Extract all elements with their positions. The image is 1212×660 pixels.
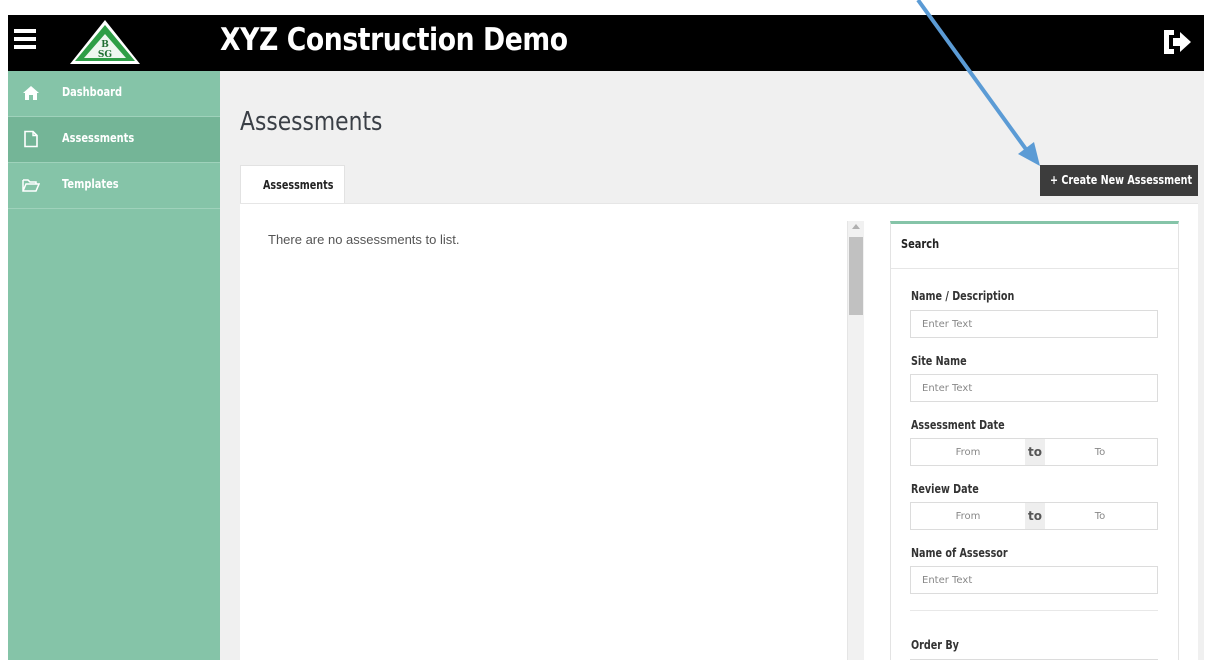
name-description-input[interactable] [910,310,1158,338]
app-window: B SG XYZ Construction Demo Dashboard Ass… [8,15,1204,660]
assessments-panel: There are no assessments to list. Search… [240,203,1198,660]
assessment-date-label: Assessment Date [911,418,1005,432]
date-range-separator: to [1025,503,1045,529]
sidebar-item-templates[interactable]: Templates [8,163,220,209]
search-panel: Search Name / Description Site Name Asse… [890,221,1179,660]
search-header: Search [891,224,1178,269]
site-name-label: Site Name [911,354,967,368]
site-name-input[interactable] [910,374,1158,402]
date-range-separator: to [1025,439,1045,465]
company-logo: B SG [70,20,140,64]
sign-out-icon[interactable] [1160,27,1194,57]
assessment-date-from-input[interactable] [911,439,1025,465]
review-date-to-input[interactable] [1043,503,1157,529]
home-icon [23,86,39,100]
create-button-label: + Create New Assessment [1050,173,1193,187]
list-scrollbar[interactable] [847,221,864,660]
scrollbar-thumb[interactable] [849,237,863,315]
sidebar-item-assessments[interactable]: Assessments [8,117,220,163]
review-date-from-input[interactable] [911,503,1025,529]
app-title: XYZ Construction Demo [220,22,568,58]
assessor-name-label: Name of Assessor [911,546,1008,560]
top-bar: B SG XYZ Construction Demo [8,15,1204,71]
assessment-date-to-input[interactable] [1043,439,1157,465]
sidebar-item-label: Dashboard [62,85,123,99]
order-by-label: Order By [911,638,959,652]
tab-assessments[interactable]: Assessments [240,165,345,203]
folder-open-icon [22,179,40,192]
page-title: Assessments [240,107,383,137]
review-date-range: to [910,502,1158,530]
hamburger-icon[interactable] [14,29,36,51]
sidebar: Dashboard Assessments Templates [8,71,220,660]
assessment-date-range: to [910,438,1158,466]
tab-label: Assessments [263,178,334,192]
scroll-up-icon[interactable] [852,224,860,229]
sidebar-item-label: Assessments [62,131,135,145]
name-description-label: Name / Description [911,289,1015,303]
svg-text:SG: SG [98,50,112,60]
empty-list-message: There are no assessments to list. [268,232,460,247]
search-divider [910,610,1158,611]
sidebar-item-dashboard[interactable]: Dashboard [8,71,220,117]
review-date-label: Review Date [911,482,979,496]
search-title: Search [901,237,940,251]
create-new-assessment-button[interactable]: + Create New Assessment [1040,165,1198,196]
sidebar-item-label: Templates [62,177,119,191]
svg-text:B: B [101,40,109,50]
assessor-name-input[interactable] [910,566,1158,594]
file-icon [24,130,38,148]
